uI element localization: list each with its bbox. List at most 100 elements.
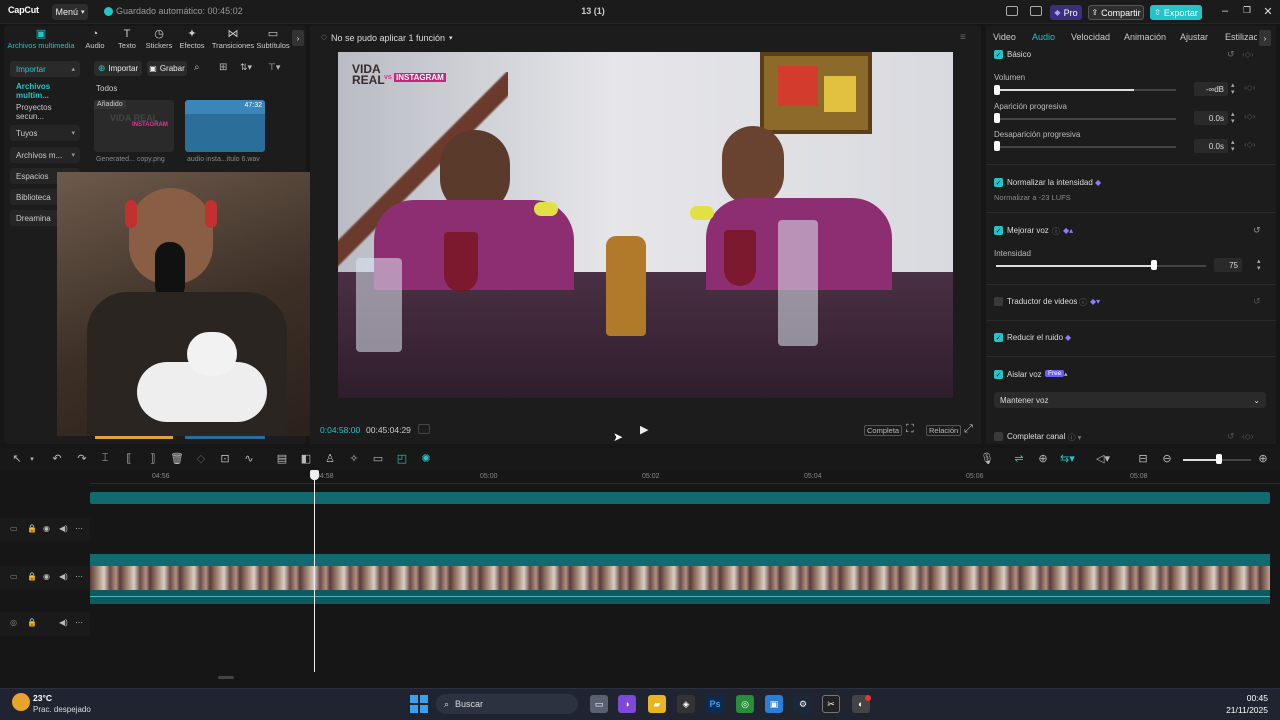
chrome-icon[interactable]: ◎ xyxy=(736,695,754,713)
magic-icon[interactable]: ✧ xyxy=(347,452,361,465)
tab-transitions[interactable]: ⋈ Transiciones xyxy=(212,26,254,52)
windows-start-icon[interactable] xyxy=(410,695,428,713)
lock-icon[interactable]: 🔒 xyxy=(27,524,37,533)
keep-voice-select[interactable]: Mantener voz ⌄ xyxy=(994,392,1266,408)
reset-icon[interactable]: ↺ xyxy=(1227,431,1235,442)
reset-icon[interactable]: ↺ xyxy=(1253,296,1261,307)
tab-media[interactable]: ▣ Archivos multimedia xyxy=(6,26,76,52)
search-icon[interactable]: ⌕ xyxy=(194,62,200,73)
video-preview[interactable]: VIDA REAL vs INSTAGRAM xyxy=(338,52,953,398)
taskbar-search[interactable]: ⌕ Buscar xyxy=(436,694,578,714)
info-icon[interactable]: ⓘ xyxy=(1079,297,1087,308)
pro-button[interactable]: ◆ Pro xyxy=(1050,5,1082,20)
fill-channel-checkbox[interactable] xyxy=(994,432,1003,441)
info-icon[interactable]: ⓘ xyxy=(1052,226,1060,237)
stepper-icon[interactable]: ▴ ▾ xyxy=(1231,139,1235,153)
chevron-right-icon[interactable]: › xyxy=(292,30,304,46)
zoom-in-icon[interactable]: ⊕ xyxy=(1256,452,1270,465)
fullscreen-icon[interactable]: ⤢ xyxy=(964,423,973,436)
sort-icon[interactable]: ⇅▾ xyxy=(240,62,252,73)
fade-out-knob[interactable] xyxy=(994,141,1000,151)
reset-icon[interactable]: ↺ xyxy=(1227,49,1235,60)
shortcuts-icon[interactable] xyxy=(1030,6,1042,16)
playhead-handle[interactable] xyxy=(310,470,319,480)
keyframe-icon[interactable]: ‹◇› xyxy=(1242,432,1253,441)
fade-in-knob[interactable] xyxy=(994,113,1000,123)
mark-icon[interactable]: ◇ xyxy=(194,452,208,465)
file-explorer-icon[interactable]: ▰ xyxy=(648,695,666,713)
media-item-image[interactable]: VIDA REAL INSTAGRAM Añadido xyxy=(94,100,174,152)
speed-curve-icon[interactable]: ∿ xyxy=(242,452,256,465)
menu-lines-icon[interactable]: ≡ xyxy=(960,32,966,43)
microphone-icon[interactable]: 🎙 xyxy=(980,452,994,465)
speaker-icon[interactable]: ◀) xyxy=(59,524,68,533)
zoom-slider-knob[interactable] xyxy=(1216,454,1222,464)
intensity-value[interactable]: 75 xyxy=(1214,258,1242,272)
translate-checkbox[interactable] xyxy=(994,297,1003,306)
volume-value[interactable]: -∞dB xyxy=(1194,82,1228,96)
sidebar-item-media-files[interactable]: Archivos multim... xyxy=(10,82,80,100)
tab-audio[interactable]: ◔ Audio xyxy=(78,26,112,52)
fade-in-value[interactable]: 0.0s xyxy=(1194,111,1228,125)
grid-view-icon[interactable]: ⊞ xyxy=(219,62,227,73)
chevron-down-icon[interactable]: ▾ xyxy=(25,455,39,463)
status-dropdown[interactable]: ◌ No se pudo aplicar 1 función ▾ xyxy=(321,32,453,43)
video-clip-thumbnails[interactable] xyxy=(90,566,1270,590)
share-button[interactable]: ⇪ Compartir xyxy=(1088,5,1144,20)
import-button[interactable]: ⊕ Importar xyxy=(94,61,142,76)
ai-enhance-icon[interactable]: ✺ xyxy=(419,452,433,465)
export-button[interactable]: ⇧ Exportar xyxy=(1150,5,1202,20)
tab-animation[interactable]: Animación xyxy=(1124,32,1166,42)
play-icon[interactable]: ▶ xyxy=(640,423,648,436)
tab-audio-inspector[interactable]: Audio xyxy=(1032,32,1055,42)
snap-icon[interactable]: ⊕ xyxy=(1036,452,1050,465)
fade-out-value[interactable]: 0.0s xyxy=(1194,139,1228,153)
stepper-icon[interactable]: ▴ ▾ xyxy=(1231,111,1235,125)
maximize-icon[interactable]: ❐ xyxy=(1240,5,1254,16)
filter-icon[interactable]: ⊤▾ xyxy=(268,62,280,73)
tab-text[interactable]: T Texto xyxy=(110,26,144,52)
redo-icon[interactable]: ↷ xyxy=(75,452,89,465)
delete-icon[interactable]: 🗑 xyxy=(170,452,184,465)
tab-video[interactable]: Video xyxy=(993,32,1016,42)
enhance-voice-checkbox[interactable]: ✓ xyxy=(994,226,1003,235)
steam-icon[interactable]: ⚙ xyxy=(794,695,812,713)
mirror-icon[interactable]: ◧ xyxy=(299,452,313,465)
reset-icon[interactable]: ↺ xyxy=(1253,225,1261,236)
noise-reduce-checkbox[interactable]: ✓ xyxy=(994,333,1003,342)
record-button[interactable]: ▣ Grabar xyxy=(147,61,187,76)
speaker-icon[interactable]: ◀) xyxy=(59,572,68,581)
timecode-icon[interactable] xyxy=(418,424,430,434)
fit-icon[interactable]: ⊟ xyxy=(1136,452,1150,465)
unity-icon[interactable]: ◈ xyxy=(677,695,695,713)
person-cutout-icon[interactable]: ♙ xyxy=(323,452,337,465)
crop-icon[interactable]: ⊡ xyxy=(218,452,232,465)
linkage-icon[interactable]: ⇆▾ xyxy=(1060,452,1075,465)
timeline-scrollbar[interactable] xyxy=(218,676,234,679)
time-ruler[interactable]: 04:56 04:58 05:00 05:02 05:04 05:06 05:0… xyxy=(90,470,1280,484)
intensity-knob[interactable] xyxy=(1151,260,1157,270)
tab-speed[interactable]: Velocidad xyxy=(1071,32,1110,42)
ratio-button[interactable]: Relación xyxy=(926,425,962,436)
keyframe-icon[interactable]: ‹◇› xyxy=(1242,50,1253,59)
playhead[interactable] xyxy=(314,472,315,672)
sidebar-item-secondary-projects[interactable]: Proyectos secun... xyxy=(10,103,80,121)
media-item-audio[interactable]: 47:32 xyxy=(185,100,265,152)
keyframe-icon[interactable]: ‹◇› xyxy=(1244,140,1255,149)
tab-effects[interactable]: ✦ Efectos xyxy=(175,26,209,52)
chevron-right-icon[interactable]: › xyxy=(1259,30,1271,46)
basic-checkbox[interactable]: ✓ xyxy=(994,50,1003,59)
tab-stylize[interactable]: Estilizac xyxy=(1225,32,1257,42)
captions-icon[interactable]: ▭ xyxy=(371,452,385,465)
zoom-out-icon[interactable]: ⊖ xyxy=(1160,452,1174,465)
audio-track-clip-top[interactable] xyxy=(90,492,1270,504)
store-icon[interactable]: ▣ xyxy=(765,695,783,713)
fade-in-slider[interactable] xyxy=(996,118,1176,120)
isolate-voice-checkbox[interactable]: ✓ xyxy=(994,370,1003,379)
more-icon[interactable]: ⋯ xyxy=(75,618,83,627)
fade-out-slider[interactable] xyxy=(996,146,1176,148)
sidebar-item-files[interactable]: Archivos m... ▾ xyxy=(10,147,80,163)
keyframe-icon[interactable]: ‹◇› xyxy=(1244,112,1255,121)
info-icon[interactable]: ⓘ ▾ xyxy=(1068,432,1081,443)
stepper-icon[interactable]: ▴ ▾ xyxy=(1257,258,1261,272)
